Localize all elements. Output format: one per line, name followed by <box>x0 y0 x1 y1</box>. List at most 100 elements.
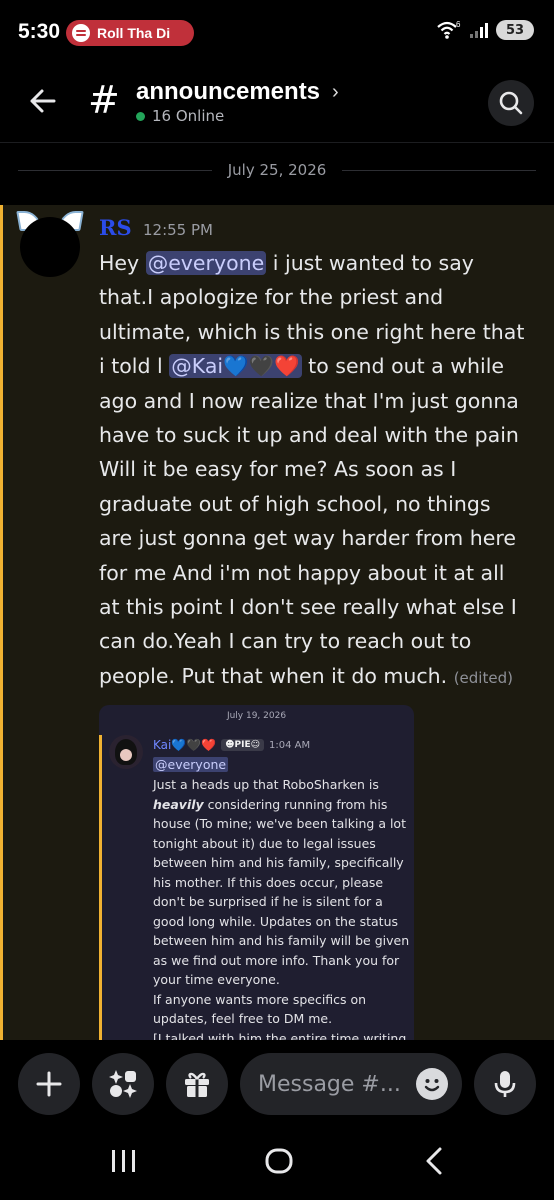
header-divider <box>0 142 554 143</box>
status-indicators: 6 53 <box>436 20 534 40</box>
embed-line: between him and his family, specifically <box>153 855 404 870</box>
embed-line: Just a heads up that RoboSharken is <box>153 777 379 792</box>
now-playing-pill[interactable]: Roll Tha Di <box>66 20 194 46</box>
embed-line: updates, feel free to DM me. <box>153 1011 333 1026</box>
embed-line: house (To mine; we've been talking a lot <box>153 816 406 831</box>
mention-everyone[interactable]: @everyone <box>145 251 267 275</box>
message-line: graduate out of high school, no things <box>99 491 491 516</box>
message-line: are just gonna get way harder from here <box>99 526 516 551</box>
search-button[interactable] <box>488 80 534 126</box>
divider-line-left <box>18 169 212 171</box>
signal-icon <box>470 22 488 38</box>
nav-back-icon[interactable] <box>426 1147 442 1175</box>
embed-line: don't be surprised if he is silent for a <box>153 894 383 909</box>
text-fragment: people. Put that when it do much. <box>99 663 454 688</box>
message-content: Hey @everyone i just wanted to say that.… <box>99 246 541 695</box>
message-line: have to suck it up and deal with the pai… <box>99 423 519 448</box>
message-line: ago and I now realize that I'm just gonn… <box>99 388 519 413</box>
online-count: 16 Online <box>136 107 224 125</box>
chevron-right-icon: › <box>332 80 339 103</box>
wifi-icon: 6 <box>437 20 461 39</box>
message-line: ultimate, which is this one right here t… <box>99 319 525 344</box>
message-line: people. Put that when it do much. (edite… <box>99 659 541 695</box>
channel-name: announcements <box>136 78 321 105</box>
text-fragment: i just wanted to say <box>266 251 474 275</box>
message-input-container <box>240 1053 462 1115</box>
battery-indicator: 53 <box>496 20 534 40</box>
mention-highlight-bar <box>0 205 3 1040</box>
embed-content: Just a heads up that RoboSharken is heav… <box>153 775 409 1040</box>
channel-title[interactable]: announcements › <box>136 78 339 106</box>
embed-bold-word: heavily <box>153 796 204 812</box>
embed-mention: @everyone <box>153 757 229 772</box>
embed-line: If anyone wants more specifics on <box>153 991 367 1007</box>
system-nav-icons <box>112 1147 442 1175</box>
embed-timestamp: 1:04 AM <box>269 739 311 751</box>
recent-apps-icon[interactable] <box>112 1150 135 1172</box>
message-timestamp: 12:55 PM <box>143 221 213 239</box>
emoji-icon <box>424 1079 440 1092</box>
date-divider-label: July 25, 2026 <box>227 161 327 179</box>
embed-line: his mother. If this does occur, please <box>153 874 384 890</box>
message-line: that.I apologize for the priest and <box>99 285 444 310</box>
message-line: for me And i'm not happy about it at all <box>99 560 505 585</box>
emoji-button[interactable] <box>416 1068 448 1100</box>
home-icon[interactable] <box>265 1148 293 1174</box>
message-input[interactable] <box>258 1069 408 1099</box>
battery-level: 53 <box>505 22 525 38</box>
arrow-left-icon <box>30 89 56 113</box>
composer-bar <box>0 1040 554 1126</box>
embed-line: your time everyone. <box>153 972 280 987</box>
embed-line: as we find out more info. Thank you for <box>153 952 400 968</box>
attached-screenshot[interactable]: July 19, 2026 Kai💙🖤❤️ ☻PIE☺ 1:04 AM @eve… <box>99 705 414 1040</box>
mention-user[interactable]: @Kai💙🖤❤️ <box>169 354 302 379</box>
network-label: 6 <box>456 20 461 29</box>
embed-line: between him and his family will be given <box>153 933 410 948</box>
search-icon <box>499 91 523 115</box>
edited-label: (edited) <box>453 668 513 687</box>
spotify-icon <box>72 24 90 42</box>
text-fragment: i told l <box>99 354 170 379</box>
status-time: 5:30 <box>18 20 61 43</box>
text-fragment: Hey <box>99 251 146 275</box>
embed-date-divider: July 19, 2026 <box>226 711 287 721</box>
divider-line-right <box>342 169 537 171</box>
embed-header: Kai💙🖤❤️ ☻PIE☺ 1:04 AM <box>153 738 310 752</box>
text-fragment: to send out a while <box>301 354 505 379</box>
apps-button[interactable] <box>92 1053 154 1115</box>
gift-button[interactable] <box>166 1053 228 1115</box>
text-fragment: considering running from his <box>203 796 388 812</box>
system-navigation-bar <box>0 1126 554 1200</box>
embed-line: [I talked with him the entire time writi… <box>153 1030 407 1041</box>
add-button[interactable] <box>18 1053 80 1115</box>
microphone-icon <box>494 1071 516 1097</box>
now-playing-title: Roll Tha Di <box>97 25 171 41</box>
message-item[interactable]: RS 12:55 PM Hey @everyone i just wanted … <box>0 205 554 1040</box>
plus-icon <box>36 1071 62 1097</box>
embed-author: Kai💙🖤❤️ <box>153 738 217 752</box>
gift-icon <box>185 1072 209 1097</box>
message-line: i told l @Kai💙🖤❤️ to send out a while <box>99 349 541 383</box>
avatar[interactable] <box>16 211 84 277</box>
avatar-image <box>20 217 80 277</box>
voice-message-button[interactable] <box>474 1053 536 1115</box>
message-author[interactable]: RS <box>99 215 132 240</box>
message-line: at this point I don't see really what el… <box>99 595 517 620</box>
apps-icon <box>109 1070 137 1098</box>
embed-line: heavily considering running from his <box>153 795 409 815</box>
embed-role-badge: ☻PIE☺ <box>221 739 265 751</box>
message-line: Hey @everyone i just wanted to say <box>99 246 541 280</box>
back-button[interactable] <box>26 84 60 118</box>
message-line: can do.Yeah I can try to reach out to <box>99 629 472 654</box>
embed-highlight-bar <box>99 735 102 1040</box>
embed-avatar <box>109 735 143 769</box>
date-divider: July 25, 2026 <box>18 158 537 182</box>
status-bar: 5:30 Roll Tha Di 6 53 <box>0 0 554 66</box>
online-label: 16 Online <box>152 107 225 125</box>
embed-line: good long while. Updates on the status <box>153 913 399 929</box>
embed-line: tonight about it) due to legal issues <box>153 835 376 851</box>
online-status-dot <box>136 111 145 121</box>
channel-hash-icon: # <box>88 78 120 122</box>
message-line: Will it be easy for me? As soon as I <box>99 457 457 482</box>
channel-header: # announcements › 16 Online <box>0 66 554 136</box>
